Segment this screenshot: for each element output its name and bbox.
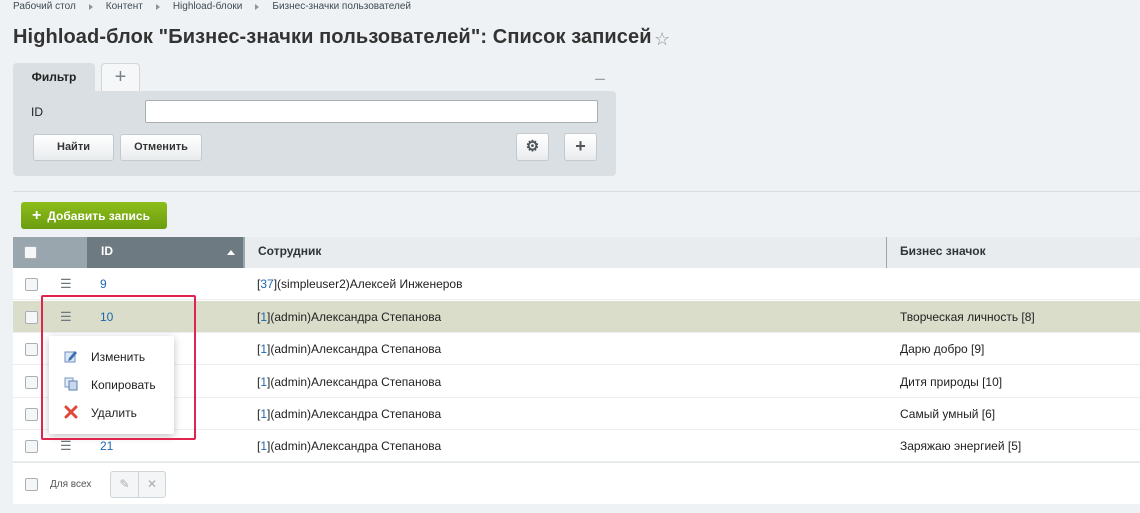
row-employee: [1](admin)Александра Степанова [257,342,442,356]
table-header: ID Сотрудник Бизнес значок [13,237,1140,268]
divider [13,191,1140,192]
row-checkbox[interactable] [25,440,38,453]
annotation-highlight-box [41,295,196,440]
column-id-label: ID [101,244,113,258]
breadcrumb: Рабочий стол Контент Highload-блоки Бизн… [13,1,411,12]
add-record-button[interactable]: + Добавить запись [21,202,167,229]
row-checkbox[interactable] [25,408,38,421]
row-employee-name: (admin)Александра Степанова [270,439,442,453]
column-employee-header[interactable]: Сотрудник [245,237,886,268]
row-id-link[interactable]: 21 [100,439,113,453]
row-user-id-link[interactable]: 1 [260,342,267,356]
row-id-link[interactable]: 9 [100,277,107,291]
gear-icon[interactable]: ⚙ [516,133,549,161]
row-user-id-link[interactable]: 1 [260,375,267,389]
row-badge: Заряжаю энергией [5] [900,439,1022,453]
row-menu-icon[interactable]: ☰ [60,438,72,454]
pencil-icon[interactable]: ✎ [110,471,139,498]
tab-filter[interactable]: Фильтр [13,63,95,93]
select-all-checkbox[interactable] [24,246,37,259]
sort-asc-icon [227,250,235,255]
delete-x-icon[interactable]: ✕ [138,471,166,498]
row-checkbox[interactable] [25,343,38,356]
row-employee-name: (admin)Александра Степанова [270,407,442,421]
add-filter-tab-button[interactable]: + [101,63,140,91]
row-user-id-link[interactable]: 1 [260,407,267,421]
row-employee: [1](admin)Александра Степанова [257,407,442,421]
row-user-id-link[interactable]: 1 [260,310,267,324]
row-user-id-link[interactable]: 1 [260,439,267,453]
breadcrumb-content[interactable]: Контент [106,1,143,12]
apply-to-all-label: Для всех [50,479,92,490]
filter-id-input[interactable] [145,100,598,123]
add-filter-field-button[interactable]: + [564,133,597,161]
row-badge: Самый умный [6] [900,407,996,421]
row-employee-name: (simpleuser2)Алексей Инженеров [277,277,463,291]
column-id-header[interactable]: ID [87,237,243,268]
breadcrumb-arrow-icon [155,3,160,10]
row-employee: [1](admin)Александра Степанова [257,439,442,453]
breadcrumb-arrow-icon [255,3,260,10]
favorite-star-icon[interactable]: ☆ [654,29,670,50]
add-record-label: Добавить запись [47,209,150,223]
row-checkbox[interactable] [25,311,38,324]
actions-header [49,237,86,268]
filter-id-label: ID [31,105,43,119]
breadcrumb-highload[interactable]: Highload-блоки [173,1,243,12]
find-button[interactable]: Найти [33,134,114,161]
column-badge-header[interactable]: Бизнес значок [887,237,1140,268]
breadcrumb-business-badges[interactable]: Бизнес-значки пользователей [272,1,411,12]
row-checkbox[interactable] [25,278,38,291]
row-employee-name: (admin)Александра Степанова [270,310,442,324]
plus-icon: + [32,207,42,224]
row-employee: [37](simpleuser2)Алексей Инженеров [257,277,463,291]
row-menu-icon[interactable]: ☰ [60,276,72,292]
cancel-button[interactable]: Отменить [120,134,202,161]
row-employee-name: (admin)Александра Степанова [270,342,442,356]
row-badge: Творческая личность [8] [900,310,1035,324]
row-employee-name: (admin)Александра Степанова [270,375,442,389]
filter-minimize-button[interactable]: – [595,68,605,89]
row-user-id-link[interactable]: 37 [260,277,273,291]
breadcrumb-arrow-icon [88,3,93,10]
page-title: Highload-блок "Бизнес-значки пользовател… [13,26,652,48]
select-all-cell [13,237,48,268]
row-badge: Дарю добро [9] [900,342,985,356]
breadcrumb-desktop[interactable]: Рабочий стол [13,1,76,12]
row-employee: [1](admin)Александра Степанова [257,375,442,389]
apply-to-all-checkbox[interactable] [25,478,38,491]
row-employee: [1](admin)Александра Степанова [257,310,442,324]
row-badge: Дитя природы [10] [900,375,1003,389]
row-checkbox[interactable] [25,376,38,389]
table-footer: Для всех ✎ ✕ [13,462,1140,504]
filter-panel: ID Найти Отменить ⚙ + [13,91,616,176]
